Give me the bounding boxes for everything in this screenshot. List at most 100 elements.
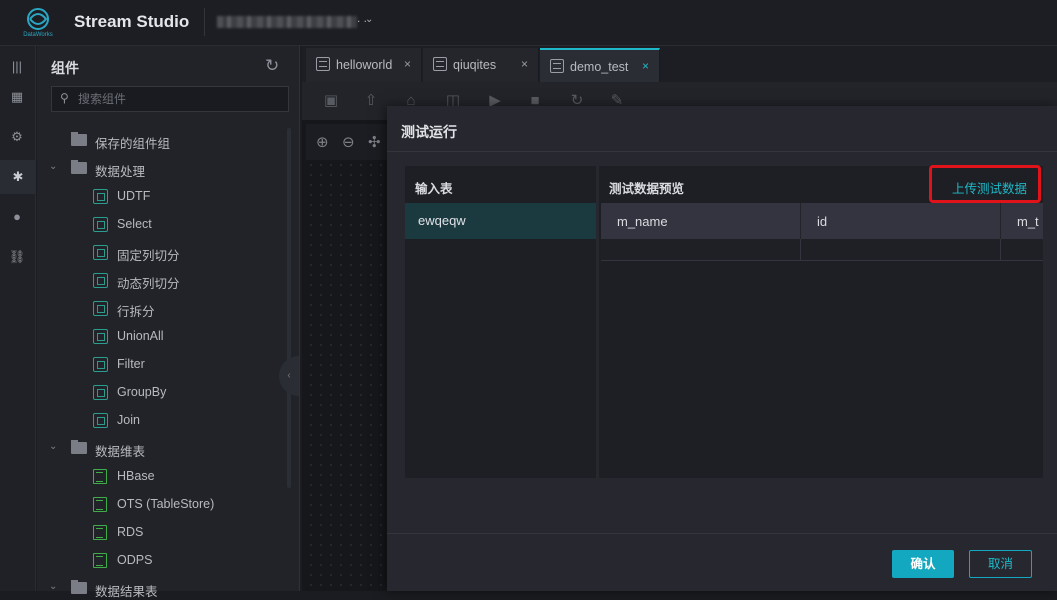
project-name-blurred (217, 16, 357, 28)
tree-item[interactable]: 固定列切分 (37, 242, 277, 264)
cancel-button[interactable]: 取消 (969, 550, 1032, 578)
tree-item[interactable]: UnionAll (37, 326, 277, 348)
search-box: ⚲ (51, 86, 289, 112)
preview-panel: 测试数据预览 上传测试数据 m_name id m_t (599, 165, 1043, 478)
tree-item[interactable]: ⌄ 数据结果表 (37, 578, 277, 600)
modal-footer: 确认 取消 (387, 533, 1057, 591)
table-cell (601, 239, 801, 261)
tree-item[interactable]: 行拆分 (37, 298, 277, 320)
dataworks-logo[interactable]: DataWorks (20, 6, 56, 42)
app-title: Stream Studio (74, 12, 190, 31)
tree-item-label: 保存的组件组 (95, 137, 171, 151)
chevron-down-icon[interactable]: ⌄ (49, 581, 57, 592)
tree-item[interactable]: RDS (37, 522, 277, 544)
top-bar: DataWorks Stream Studio . . ⌄ (0, 0, 1057, 46)
folder-icon (71, 440, 87, 454)
project-selector[interactable]: . . ⌄ (204, 8, 378, 36)
list-icon[interactable]: ||| (8, 58, 26, 76)
table-icon (93, 525, 107, 540)
column-header[interactable]: m_name (601, 203, 801, 239)
component-icon (93, 273, 108, 288)
tree-item-label: 数据维表 (95, 445, 146, 459)
panel-scrollbar[interactable] (287, 128, 291, 488)
modal-title: 测试运行 (401, 124, 457, 140)
panel-title: 组件 (51, 60, 79, 76)
table-cell (1001, 239, 1043, 261)
upload-test-data-button[interactable]: 上传测试数据 (929, 165, 1041, 203)
tree-item[interactable]: GroupBy (37, 382, 277, 404)
tab-label: helloworld (336, 58, 393, 72)
tree-item-label: HBase (117, 469, 155, 483)
search-input[interactable] (78, 90, 278, 108)
tree-item-label: 数据处理 (95, 165, 146, 179)
link-icon[interactable]: ⛓ (8, 248, 26, 266)
chevron-down-icon[interactable]: ⌄ (49, 161, 57, 172)
component-icon (93, 413, 108, 428)
table-icon (93, 497, 107, 512)
tree-item[interactable]: Filter (37, 354, 277, 376)
input-table-header: 输入表 (405, 166, 596, 203)
calendar-icon[interactable]: ▦ (8, 88, 26, 106)
left-icon-bar: ||| ▦ ⚙ ✱ ● ⛓ (0, 46, 36, 591)
component-icon (93, 217, 108, 232)
component-icon (93, 357, 108, 372)
tree-item[interactable]: 保存的组件组 (37, 130, 277, 152)
component-icon (93, 329, 108, 344)
table-icon (93, 469, 107, 484)
component-icon (93, 189, 108, 204)
folder-icon (71, 132, 87, 146)
tree-item[interactable]: ODPS (37, 550, 277, 572)
component-icon (93, 245, 108, 260)
logo-subtext: DataWorks (23, 32, 53, 38)
close-icon[interactable]: × (521, 57, 528, 71)
preview-table: m_name id m_t (601, 203, 1043, 263)
modal-header: 测试运行 (387, 106, 1057, 152)
tree-item-label: ODPS (117, 553, 153, 567)
component-icon (93, 301, 108, 316)
tree-item-label: OTS (TableStore) (117, 497, 215, 511)
chevron-down-icon[interactable]: ⌄ (365, 14, 373, 25)
table-cell (801, 239, 1001, 261)
tree-item[interactable]: OTS (TableStore) (37, 494, 277, 516)
tab-qiuqites[interactable]: qiuqites × (423, 48, 539, 82)
chat-icon[interactable]: ● (8, 208, 26, 226)
editor-tabs: helloworld × qiuqites × demo_test × (302, 46, 1057, 82)
column-header[interactable]: m_t (1001, 203, 1043, 239)
tree-item-label: Filter (117, 357, 145, 371)
confirm-button[interactable]: 确认 (892, 550, 954, 578)
input-table-panel: 输入表 ewqeqw (405, 166, 596, 478)
tree-item[interactable]: Select (37, 214, 277, 236)
input-table-item[interactable]: ewqeqw (405, 203, 596, 239)
tab-demo-test[interactable]: demo_test × (540, 48, 660, 82)
table-icon (93, 553, 107, 568)
tree-item[interactable]: 动态列切分 (37, 270, 277, 292)
tree-item-label: GroupBy (117, 385, 167, 399)
test-run-dialog: 测试运行 输入表 ewqeqw 测试数据预览 上传测试数据 m_name id … (387, 106, 1057, 591)
tree-item[interactable]: HBase (37, 466, 277, 488)
tree-item-label: 行拆分 (117, 305, 155, 319)
tree-item-label: 固定列切分 (117, 249, 180, 263)
column-header[interactable]: id (801, 203, 1001, 239)
tree-item-label: UnionAll (117, 329, 164, 343)
tree-item[interactable]: UDTF (37, 186, 277, 208)
refresh-icon[interactable]: ↻ (265, 56, 279, 76)
chevron-down-icon[interactable]: ⌄ (49, 441, 57, 452)
input-table-name: ewqeqw (418, 213, 466, 228)
tab-label: demo_test (570, 60, 629, 74)
column-header-label: m_t (1017, 214, 1039, 229)
file-icon (433, 57, 447, 71)
tree-item-label: Select (117, 217, 152, 231)
close-icon[interactable]: × (642, 59, 649, 73)
tree-item[interactable]: Join (37, 410, 277, 432)
tree-item[interactable]: ⌄ 数据维表 (37, 438, 277, 460)
tree-item-label: 动态列切分 (117, 277, 180, 291)
settings-icon[interactable]: ⚙ (8, 128, 26, 146)
close-icon[interactable]: × (404, 57, 411, 71)
folder-icon (71, 160, 87, 174)
puzzle-icon[interactable]: ✱ (0, 160, 36, 194)
tree-item[interactable]: ⌄ 数据处理 (37, 158, 277, 180)
file-icon (316, 57, 330, 71)
tree-item-label: RDS (117, 525, 144, 539)
preview-header: 测试数据预览 上传测试数据 (599, 165, 1043, 203)
tab-helloworld[interactable]: helloworld × (306, 48, 422, 82)
